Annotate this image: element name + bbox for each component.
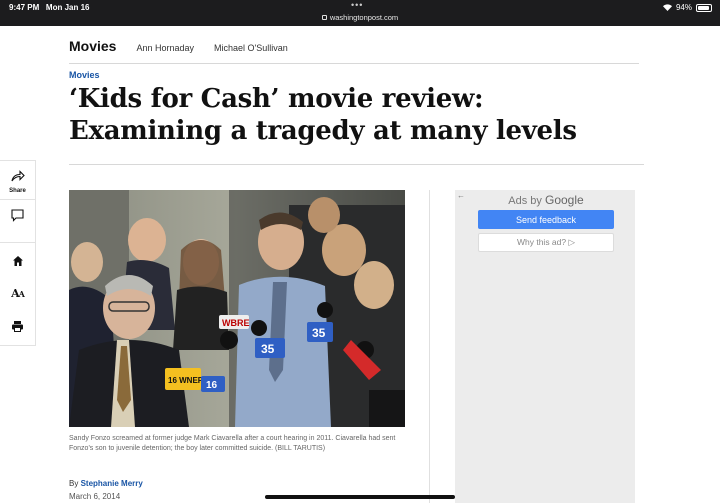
divider xyxy=(69,164,644,165)
send-feedback-button[interactable]: Send feedback xyxy=(478,210,614,229)
lock-icon xyxy=(321,15,327,20)
home-indicator[interactable] xyxy=(265,495,455,499)
author-link[interactable]: Stephanie Merry xyxy=(81,479,143,488)
byline-prefix: By xyxy=(69,479,79,488)
comment-icon xyxy=(11,209,24,227)
status-indicators: 94% xyxy=(662,3,712,12)
article-photo[interactable]: WBRE 35 35 16 WNEP 16 xyxy=(69,190,405,427)
nav-link-ann-hornaday[interactable]: Ann Hornaday xyxy=(136,43,194,53)
photo-caption: Sandy Fonzo screamed at former judge Mar… xyxy=(69,435,396,452)
mic-flag-35-b: 35 xyxy=(312,326,326,340)
comment-button[interactable] xyxy=(0,209,35,227)
text-size-icon: AA xyxy=(11,287,25,300)
section-nav: Movies Ann Hornaday Michael O'Sullivan xyxy=(69,38,639,64)
battery-icon xyxy=(696,3,712,12)
section-title[interactable]: Movies xyxy=(69,38,116,54)
share-button[interactable]: Share xyxy=(0,169,35,194)
nav-link-michael-osullivan[interactable]: Michael O'Sullivan xyxy=(214,43,288,53)
mic-flag-wnep: 16 WNEP xyxy=(168,376,204,385)
text-size-button[interactable]: AA xyxy=(0,287,35,300)
status-bar: 9:47 PM Mon Jan 16 ••• washingtonpost.co… xyxy=(0,0,720,26)
back-arrow-icon[interactable]: ← xyxy=(457,191,465,200)
why-this-ad-button[interactable]: Why this ad? ▷ xyxy=(478,233,614,252)
google-label: Google xyxy=(545,193,584,207)
column-divider xyxy=(429,190,430,503)
share-rail: Share AA xyxy=(0,160,36,346)
print-icon xyxy=(11,319,24,337)
share-label: Share xyxy=(9,188,26,194)
byline: By Stephanie Merry xyxy=(69,479,143,488)
url-text: washingtonpost.com xyxy=(329,13,399,22)
ads-by-google: Ads by Google xyxy=(478,193,614,207)
article-headline: ‘Kids for Cash’ movie review: Examining … xyxy=(69,84,577,146)
publish-date: March 6, 2014 xyxy=(69,492,121,501)
home-button[interactable] xyxy=(0,254,35,272)
mic-flag-35-a: 35 xyxy=(261,342,275,356)
home-icon xyxy=(12,254,24,272)
url-bar[interactable]: washingtonpost.com xyxy=(0,13,720,22)
status-time: 9:47 PM Mon Jan 16 xyxy=(9,3,90,12)
photo-illustration: WBRE 35 35 16 WNEP 16 xyxy=(69,190,405,427)
wifi-icon xyxy=(662,4,672,11)
print-button[interactable] xyxy=(0,319,35,337)
multitasking-dots-icon[interactable]: ••• xyxy=(351,0,363,10)
share-icon xyxy=(10,169,25,187)
ads-by-label: Ads by xyxy=(508,195,542,207)
mic-flag-16: 16 xyxy=(206,380,218,391)
battery-percent: 94% xyxy=(675,3,692,12)
mic-flag-wbre: WBRE xyxy=(222,318,250,328)
article-kicker[interactable]: Movies xyxy=(69,70,100,80)
